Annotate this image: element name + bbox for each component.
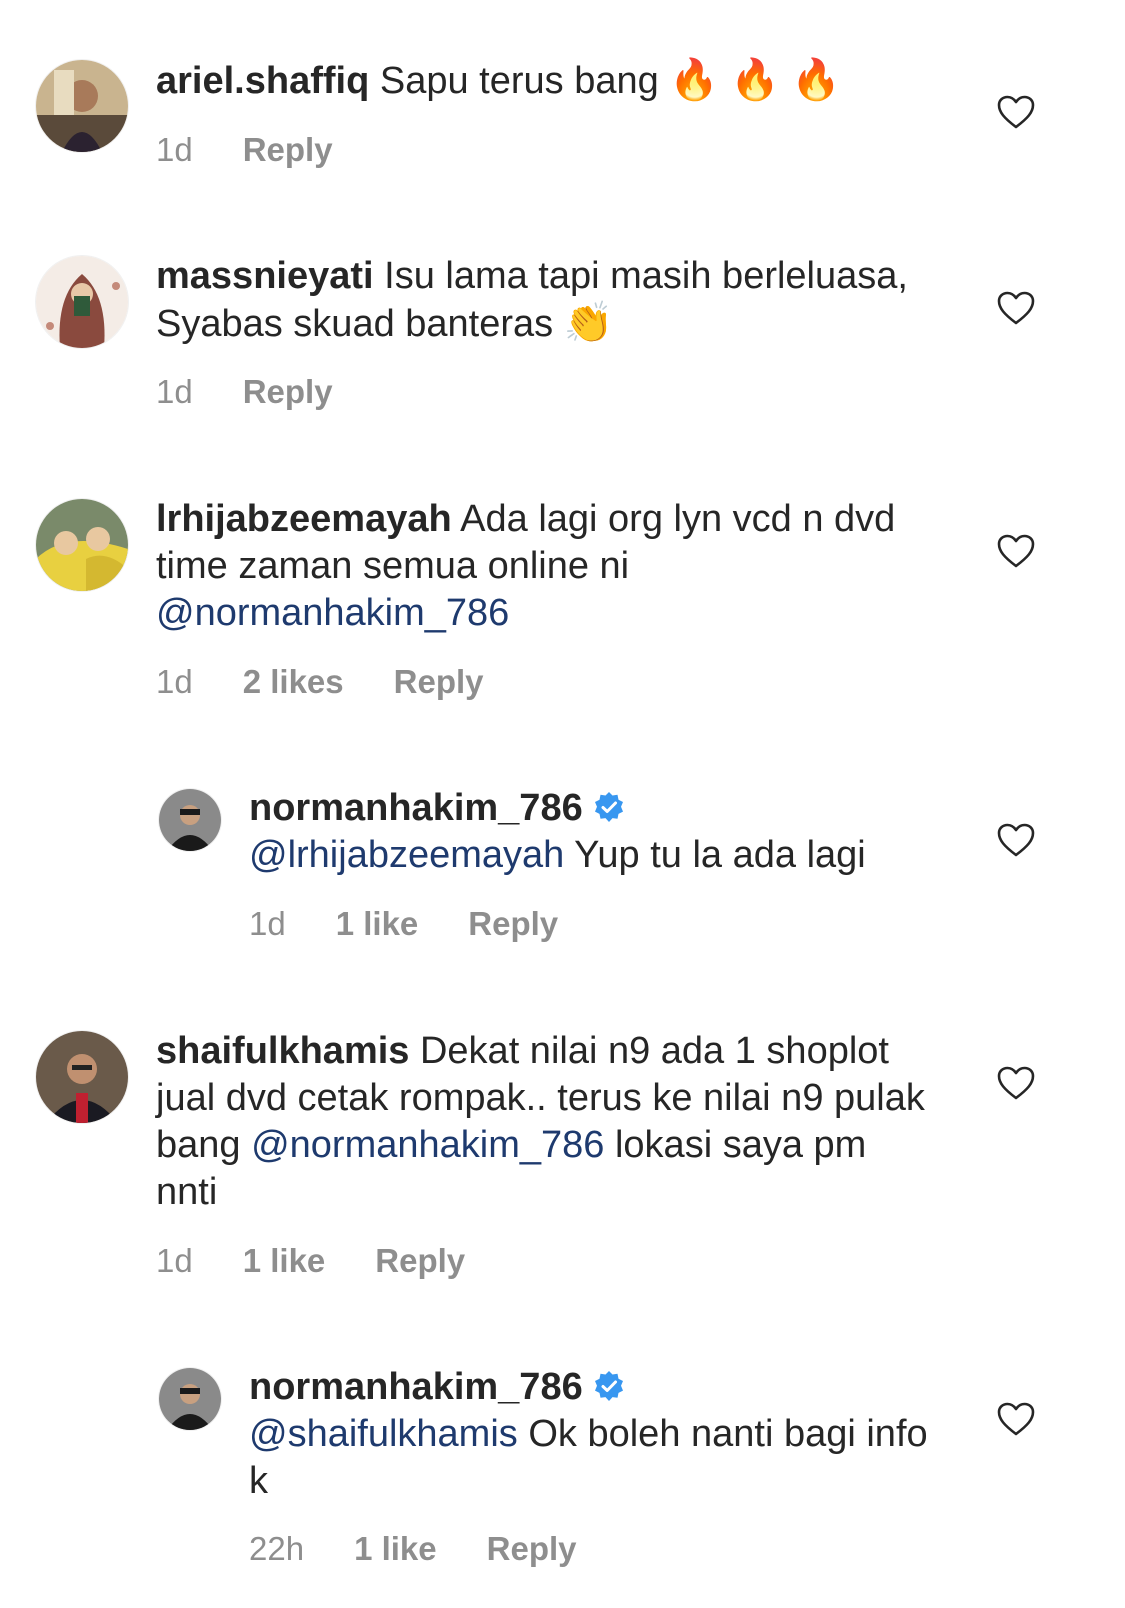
avatar[interactable] xyxy=(36,1031,128,1123)
comment-text: normanhakim_786 @shaifulkhamis Ok boleh n… xyxy=(249,1364,949,1505)
mention-link[interactable]: @normanhakim_786 xyxy=(251,1124,604,1166)
likes-count[interactable]: 2 likes xyxy=(243,662,344,702)
avatar[interactable] xyxy=(36,256,128,348)
comment-meta: 22h 1 like Reply xyxy=(249,1529,577,1569)
mention-link[interactable]: @shaifulkhamis xyxy=(249,1413,518,1455)
heart-outline-icon[interactable] xyxy=(996,533,1036,569)
mention-link[interactable]: @normanhakim_786 xyxy=(156,592,509,634)
heart-outline-icon[interactable] xyxy=(996,1401,1036,1437)
reply-button[interactable]: Reply xyxy=(243,130,333,170)
comment-body: Sapu terus bang xyxy=(369,60,670,102)
comment-meta: 1d Reply xyxy=(156,130,333,170)
comment-text: massnieyati Isu lama tapi masih berlelua… xyxy=(156,253,916,348)
comment-time: 1d xyxy=(156,1242,193,1279)
reply-button[interactable]: Reply xyxy=(487,1529,577,1569)
comment-username[interactable]: ariel.shaffiq xyxy=(156,60,369,102)
verified-badge-icon xyxy=(593,791,625,823)
comment-meta: 1d 1 like Reply xyxy=(249,904,558,944)
comment-username[interactable]: normanhakim_786 xyxy=(249,787,583,829)
likes-count[interactable]: 1 like xyxy=(354,1529,437,1569)
comment-text: lrhijabzeemayah Ada lagi org lyn vcd n d… xyxy=(156,496,916,637)
avatar[interactable] xyxy=(36,60,128,152)
avatar[interactable] xyxy=(36,499,128,591)
clapping-hands-emoji: 👏 xyxy=(563,301,614,345)
comment-time: 1d xyxy=(156,131,193,168)
comment-time: 1d xyxy=(156,663,193,700)
likes-count[interactable]: 1 like xyxy=(243,1241,326,1281)
comment-time: 22h xyxy=(249,1530,305,1567)
heart-outline-icon[interactable] xyxy=(996,1065,1036,1101)
comment-username[interactable]: massnieyati xyxy=(156,255,374,297)
comment-text: normanhakim_786 @lrhijabzeemayah Yup tu l… xyxy=(249,785,969,879)
comment-meta: 1d Reply xyxy=(156,372,333,412)
reply-button[interactable]: Reply xyxy=(375,1241,465,1281)
heart-outline-icon[interactable] xyxy=(996,290,1036,326)
likes-count[interactable]: 1 like xyxy=(336,904,419,944)
comment-meta: 1d 1 like Reply xyxy=(156,1241,465,1281)
comment-username[interactable]: shaifulkhamis xyxy=(156,1030,409,1072)
comment-time: 1d xyxy=(249,905,286,942)
reply-button[interactable]: Reply xyxy=(243,372,333,412)
comment-body: Yup tu la ada lagi xyxy=(564,834,866,876)
heart-outline-icon[interactable] xyxy=(996,94,1036,130)
fire-emoji: 🔥 🔥 🔥 xyxy=(669,58,841,102)
comment-text: shaifulkhamis Dekat nilai n9 ada 1 shopl… xyxy=(156,1028,926,1216)
mention-link[interactable]: @lrhijabzeemayah xyxy=(249,834,564,876)
avatar[interactable] xyxy=(159,1368,221,1430)
heart-outline-icon[interactable] xyxy=(996,822,1036,858)
comment-username[interactable]: lrhijabzeemayah xyxy=(156,498,452,540)
comment-meta: 1d 2 likes Reply xyxy=(156,662,484,702)
comment-text: ariel.shaffiq Sapu terus bang 🔥 🔥 🔥 xyxy=(156,57,956,105)
verified-badge-icon xyxy=(593,1370,625,1402)
reply-button[interactable]: Reply xyxy=(468,904,558,944)
reply-button[interactable]: Reply xyxy=(394,662,484,702)
comment-username[interactable]: normanhakim_786 xyxy=(249,1366,583,1408)
avatar[interactable] xyxy=(159,789,221,851)
comment-time: 1d xyxy=(156,373,193,410)
